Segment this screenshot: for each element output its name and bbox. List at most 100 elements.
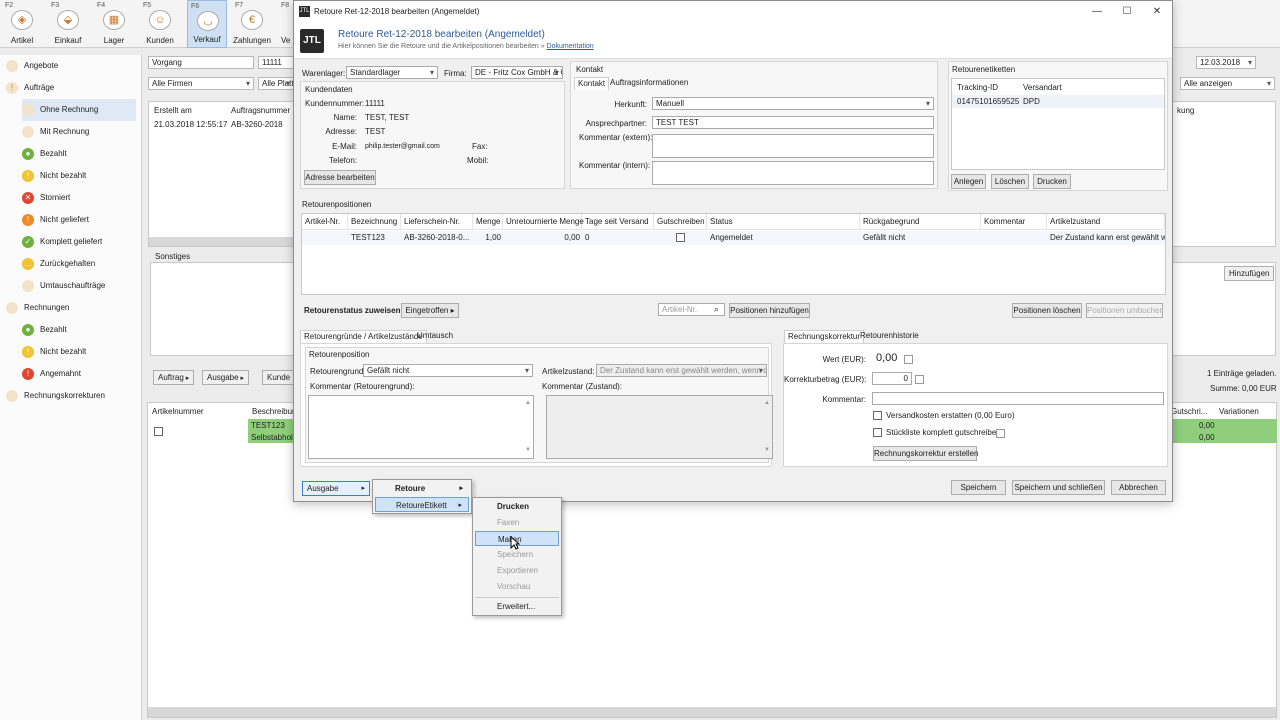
nav-bezahlt[interactable]: ● Bezahlt bbox=[22, 143, 136, 165]
positionen-header: Artikel-Nr. Bezeichnung Lieferschein-Nr.… bbox=[302, 214, 1165, 230]
col-kommentar[interactable]: Kommentar bbox=[981, 214, 1047, 230]
grid-hscrollbar[interactable] bbox=[149, 237, 293, 246]
documentation-link[interactable]: Dokumentation bbox=[547, 43, 594, 50]
firma-select[interactable]: DE - Fritz Cox GmbH & C bbox=[471, 66, 563, 79]
eingetroffen-button[interactable]: Eingetroffen ▸ bbox=[401, 303, 459, 318]
nav-mit-rechnung[interactable]: Mit Rechnung bbox=[22, 121, 136, 143]
toolbar-artikel[interactable]: F2 ◈ Artikel bbox=[2, 0, 42, 48]
toolbar-versand[interactable]: F8 Ve bbox=[278, 0, 293, 48]
nav-rechnungen[interactable]: Rechnungen bbox=[6, 297, 136, 319]
kommentar-zustand-input[interactable]: ▲ ▼ bbox=[546, 395, 773, 459]
tab-rechnungskorrektur[interactable]: Rechnungskorrektur bbox=[784, 330, 865, 343]
etikett-drucken-button[interactable]: Drucken bbox=[1033, 174, 1071, 189]
toolbar-verkauf[interactable]: F6 ◡ Verkauf bbox=[187, 0, 227, 48]
toolbar-einkauf[interactable]: F3 ⬙ Einkauf bbox=[48, 0, 88, 48]
anzeigen-select[interactable]: Alle anzeigen bbox=[1180, 77, 1275, 90]
korrektur-kommentar-input[interactable] bbox=[872, 392, 1164, 405]
menu-item-faxen[interactable]: Faxen bbox=[475, 515, 559, 530]
positionen-umbuchen-button[interactable]: Positionen umbuchen bbox=[1086, 303, 1163, 318]
abbrechen-button[interactable]: Abbrechen bbox=[1111, 480, 1166, 495]
col-status[interactable]: Status bbox=[707, 214, 860, 230]
info-icon[interactable] bbox=[996, 429, 1005, 438]
col-unretourniert[interactable]: Unretournierte Menge bbox=[503, 214, 584, 230]
menu-item-vorschau[interactable]: Vorschau bbox=[475, 579, 559, 594]
auftrag-button[interactable]: Auftrag bbox=[153, 370, 195, 385]
table-row[interactable]: TEST123 AB-3260-2018-0... 1,00 0,00 0 An… bbox=[302, 231, 1165, 245]
nav-rechnung-nicht-bezahlt[interactable]: ! Nicht bezahlt bbox=[22, 341, 136, 363]
rechnungskorrektur-erstellen-button[interactable]: Rechnungskorrektur erstellen bbox=[873, 446, 979, 461]
table-row[interactable]: 21.03.2018 12:55:17 AB-3260-2018 bbox=[149, 118, 293, 131]
close-icon[interactable]: ✕ bbox=[1149, 4, 1165, 20]
ansprechpartner-input[interactable]: TEST TEST bbox=[652, 116, 934, 129]
col-gutschreiben[interactable]: Gutschreiben bbox=[654, 214, 707, 230]
tab-auftragsinformationen[interactable]: Auftragsinformationen bbox=[607, 77, 691, 90]
warenlager-select[interactable]: Standardlager bbox=[346, 66, 438, 79]
korrekturbetrag-input[interactable]: 0 bbox=[872, 372, 912, 385]
plattform-select[interactable]: Alle Plattfo bbox=[258, 77, 294, 90]
menu-item-retoureetikett[interactable]: RetoureEtikett ▸ bbox=[375, 497, 469, 512]
kommentar-extern-input[interactable] bbox=[652, 134, 934, 158]
positionen-loeschen-button[interactable]: Positionen löschen bbox=[1012, 303, 1082, 318]
nav-angemahnt[interactable]: ! Angemahnt bbox=[22, 363, 136, 385]
nav-nicht-bezahlt[interactable]: ! Nicht bezahlt bbox=[22, 165, 136, 187]
nav-storniert[interactable]: ✕ Storniert bbox=[22, 187, 136, 209]
firmen-select[interactable]: Alle Firmen bbox=[148, 77, 254, 90]
stueckliste-checkbox[interactable] bbox=[873, 428, 882, 437]
search-icon[interactable]: ⌕ bbox=[714, 304, 719, 315]
etikett-loeschen-button[interactable]: Löschen bbox=[991, 174, 1029, 189]
ausgabe-button[interactable]: Ausgabe ▸ bbox=[302, 481, 370, 496]
bg-ausgabe-button[interactable]: Ausgabe bbox=[202, 370, 250, 385]
speichern-button[interactable]: Speichern bbox=[951, 480, 1006, 495]
col-artikel-nr[interactable]: Artikel-Nr. bbox=[302, 214, 348, 230]
kunde-button[interactable]: Kunde bbox=[262, 370, 294, 385]
nav-zurueckgehalten[interactable]: … Zurückgehalten bbox=[22, 253, 136, 275]
tab-retourengruende[interactable]: Retourengründe / Artikelzustände bbox=[300, 330, 427, 343]
col-menge[interactable]: Menge bbox=[473, 214, 503, 230]
retourengrund-select[interactable]: Gefällt nicht bbox=[363, 364, 533, 377]
herkunft-select[interactable]: Manuell bbox=[652, 97, 934, 110]
gutschreiben-checkbox[interactable] bbox=[676, 233, 685, 242]
speichern-und-schliessen-button[interactable]: Speichern und schließen bbox=[1012, 480, 1105, 495]
grid-hscrollbar-bottom[interactable] bbox=[148, 707, 1276, 717]
col-tage[interactable]: Tage seit Versand bbox=[582, 214, 654, 230]
nav-ohne-rechnung[interactable]: Ohne Rechnung bbox=[22, 99, 136, 121]
col-artikelzustand[interactable]: Artikelzustand bbox=[1047, 214, 1165, 230]
nav-umtauschauftraege[interactable]: Umtauschaufträge bbox=[22, 275, 136, 297]
nav-rechnung-bezahlt[interactable]: ● Bezahlt bbox=[22, 319, 136, 341]
menu-item-erweitert[interactable]: Erweitert... bbox=[475, 599, 559, 614]
tab-umtausch[interactable]: Umtausch bbox=[414, 330, 456, 343]
vorgang-select[interactable]: Vorgang bbox=[148, 56, 254, 69]
col-bezeichnung[interactable]: Bezeichnung bbox=[348, 214, 401, 230]
nav-auftraege[interactable]: ! Aufträge bbox=[6, 77, 136, 99]
bg-hinzufuegen-button[interactable]: Hinzufügen bbox=[1224, 266, 1275, 281]
artikelzustand-select[interactable]: Der Zustand kann erst gewählt werden, we… bbox=[596, 364, 767, 377]
nav-angebote[interactable]: Angebote bbox=[6, 55, 136, 77]
tab-kontakt[interactable]: Kontakt bbox=[574, 77, 610, 90]
menu-item-retoure[interactable]: Retoure ▸ bbox=[375, 481, 469, 496]
nav-komplett-geliefert[interactable]: ✓ Komplett geliefert bbox=[22, 231, 136, 253]
col-rueckgabegrund[interactable]: Rückgabegrund bbox=[860, 214, 981, 230]
anlegen-button[interactable]: Anlegen bbox=[951, 174, 986, 189]
kommentar-intern-input[interactable] bbox=[652, 161, 934, 185]
kommentar-retourengrund-input[interactable]: ▲ ▼ bbox=[308, 395, 534, 459]
row-checkbox[interactable] bbox=[154, 427, 163, 436]
menu-item-drucken[interactable]: Drucken bbox=[475, 499, 559, 514]
info-icon[interactable] bbox=[904, 355, 913, 364]
toolbar-zahlungen[interactable]: F7 € Zahlungen bbox=[232, 0, 272, 48]
date-field[interactable]: 12.03.2018 bbox=[1196, 56, 1256, 69]
toolbar-kunden[interactable]: F5 ☺ Kunden bbox=[140, 0, 180, 48]
info-icon[interactable] bbox=[915, 375, 924, 384]
bg-search-input[interactable]: 11111 bbox=[258, 56, 294, 69]
col-lieferschein[interactable]: Lieferschein-Nr. bbox=[401, 214, 473, 230]
tab-retourenhistorie[interactable]: Retourenhistorie bbox=[857, 330, 922, 343]
minimize-icon[interactable]: — bbox=[1089, 4, 1105, 20]
toolbar-lager[interactable]: F4 ▦ Lager bbox=[94, 0, 134, 48]
table-row[interactable]: 01475101659525 DPD bbox=[952, 95, 1164, 108]
nav-rechnungskorrekturen[interactable]: Rechnungskorrekturen bbox=[6, 385, 136, 407]
versandkosten-checkbox[interactable] bbox=[873, 411, 882, 420]
maximize-icon[interactable]: ☐ bbox=[1119, 4, 1135, 20]
adresse-bearbeiten-button[interactable]: Adresse bearbeiten bbox=[304, 170, 376, 185]
menu-item-exportieren[interactable]: Exportieren bbox=[475, 563, 559, 578]
nav-nicht-geliefert[interactable]: ! Nicht geliefert bbox=[22, 209, 136, 231]
positionen-hinzufuegen-button[interactable]: Positionen hinzufügen bbox=[729, 303, 810, 318]
